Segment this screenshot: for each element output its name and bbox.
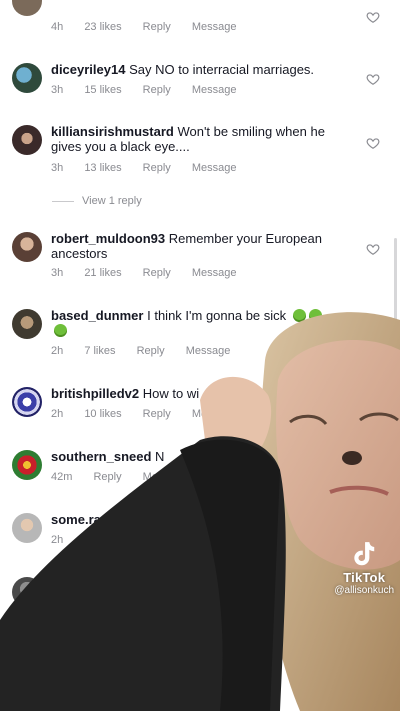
comment-meta: 2h 2 li [51,534,116,546]
message-button[interactable]: Message [192,84,237,96]
comment-username[interactable]: southern_sneed [51,449,151,464]
message-button[interactable]: Message [192,21,237,33]
comment-time: 2h [51,345,64,357]
heart-icon[interactable] [366,72,380,86]
comment-username[interactable]: britishpilledv2 [51,386,139,401]
comment-text: southern_sneed N [51,449,336,464]
comment-body: How to wi [142,386,200,401]
reply-button[interactable]: Reply [137,345,165,357]
comment-time: 2h [51,534,64,546]
comment-time: 42m [51,471,73,483]
avatar[interactable] [12,577,42,607]
reply-button[interactable]: Reply [93,471,121,483]
comment-time: 3h [51,162,64,174]
comment-meta: 2h 10 likes Reply Message [51,408,255,420]
comment-time: 4h [51,21,64,33]
comment-likes: 7 likes [84,345,116,357]
comment-username[interactable]: killiansirishmustard [51,124,174,139]
comment-text: based_dunmer I think I'm gonna be sick [51,308,336,338]
nauseated-face-icon [292,309,306,322]
comment-likes: 10 likes [84,408,122,420]
comment-username[interactable]: diceyriley14 [51,62,125,77]
heart-icon[interactable] [366,242,380,256]
comment-meta: 42m Reply Message [51,471,205,483]
tiktok-brand-label: TikTok [343,570,386,585]
comment-time: 3h [51,84,64,96]
reply-button[interactable]: Reply [143,267,171,279]
message-button[interactable]: Message [192,267,237,279]
reply-button[interactable]: Reply [143,162,171,174]
avatar[interactable] [12,63,42,93]
avatar[interactable] [12,0,42,16]
comment-text: britishpilledv2 How to wi [51,386,336,401]
message-button[interactable]: Message [186,345,231,357]
view-replies-label: View 1 reply [82,195,142,207]
comment-likes: 23 likes [84,21,122,33]
comment-body: I think I'm gonna be sick [147,308,287,323]
creator-handle: @allisonkuch [334,585,394,596]
message-button[interactable]: Message [192,162,237,174]
comment-text: killiansirishmustard Won't be smiling wh… [51,124,336,154]
comment-username[interactable]: some.rando [51,512,125,527]
avatar[interactable] [12,125,42,155]
comment-text: robert_muldoon93 Remember your European … [51,231,336,261]
avatar[interactable] [12,450,42,480]
heart-icon[interactable] [366,10,380,24]
tiktok-logo-icon [354,542,375,566]
comment-meta: 4h 23 likes Reply Message [51,21,255,33]
divider [52,200,74,202]
comment-meta: 2h 7 likes Reply Message [51,345,248,357]
avatar[interactable] [12,513,42,543]
reply-button[interactable]: Reply [143,21,171,33]
scrollbar[interactable] [394,238,397,326]
comment-time: 3h [51,267,64,279]
comment-likes: 13 likes [84,162,122,174]
comment-username[interactable]: robert_muldoon93 [51,231,165,246]
comment-meta: 3h 13 likes Reply Message [51,162,255,174]
comment-text: diceyriley14 Say NO to interracial marri… [51,62,336,77]
comment-likes: 2 li [84,534,99,546]
reply-button[interactable]: Reply [143,408,171,420]
view-replies-link[interactable]: View 1 reply [52,195,142,207]
reply-button[interactable]: Reply [143,84,171,96]
nauseated-face-icon [308,309,322,322]
comment-meta: 3h 15 likes Reply Message [51,84,255,96]
comment-likes: 21 likes [84,267,122,279]
comment-meta: 3h 21 likes Reply Message [51,267,255,279]
avatar[interactable] [12,232,42,262]
avatar[interactable] [12,309,42,339]
comment-body: N [155,449,165,464]
message-button[interactable]: Message [192,408,237,420]
comments-feed: 4h 23 likes Reply Message diceyriley14 S… [0,0,400,711]
message-button[interactable]: Message [143,471,188,483]
heart-icon[interactable] [366,136,380,150]
avatar[interactable] [12,387,42,417]
comment-username[interactable]: based_dunmer [51,308,143,323]
comment-body: Say NO to interracial marriages. [129,62,315,77]
comment-time: 2h [51,408,64,420]
nauseated-face-icon [54,324,67,337]
comment-text: some.rando [51,512,336,527]
tiktok-watermark: TikTok @allisonkuch [334,540,394,596]
comment-likes: 15 likes [84,84,122,96]
